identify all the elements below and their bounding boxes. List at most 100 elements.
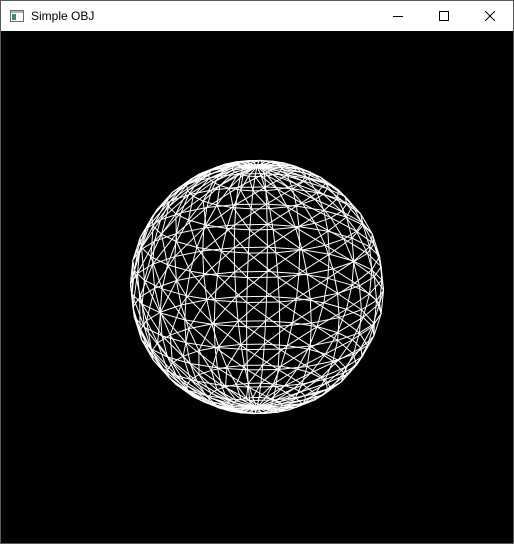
mesh-edge [325, 383, 328, 390]
mesh-edge [248, 175, 254, 192]
mesh-edge [240, 397, 247, 400]
mesh-edge [234, 223, 268, 226]
mesh-edge [225, 367, 228, 387]
mesh-edge [284, 385, 295, 389]
mesh-edge [316, 326, 338, 333]
mesh-edge [297, 368, 311, 374]
mesh-edge [237, 295, 267, 322]
mesh-edge [337, 359, 346, 368]
mesh-edge [141, 280, 145, 305]
mesh-edge [202, 250, 205, 276]
mesh-edge [296, 277, 329, 299]
mesh-edge [292, 298, 298, 323]
mesh-edge [266, 188, 293, 205]
mesh-edge [242, 174, 249, 177]
mesh-edge [237, 173, 242, 188]
mesh-edge [246, 253, 249, 278]
mesh-edge [221, 250, 249, 254]
mesh-edge [277, 369, 303, 385]
mesh-edge [298, 226, 328, 232]
mesh-edge [246, 325, 280, 328]
mesh-edge [306, 274, 311, 299]
mesh-edge [216, 386, 226, 391]
mesh-edge [198, 350, 212, 371]
mesh-edge [307, 268, 334, 275]
mesh-edge [345, 216, 353, 239]
mesh-edge [234, 171, 239, 175]
mesh-edge [351, 269, 373, 286]
mesh-edge [240, 189, 254, 192]
mesh-edge [277, 277, 280, 303]
mesh-edge [246, 277, 248, 303]
mesh-edge [206, 296, 237, 301]
mesh-edge [203, 200, 217, 206]
mesh-edge [247, 364, 264, 384]
mesh-edge [240, 189, 252, 210]
mesh-edge [323, 278, 329, 303]
close-icon [485, 11, 495, 21]
mesh-edge [302, 198, 316, 205]
mesh-edge [247, 277, 280, 303]
mesh-edge [296, 206, 300, 227]
mesh-edge [206, 299, 213, 325]
app-window: Simple OBJ [0, 0, 514, 544]
mesh-edge [266, 295, 297, 299]
mesh-edge [249, 229, 277, 254]
mesh-edge [151, 342, 158, 352]
mesh-edge [219, 185, 230, 189]
mesh-edge [246, 397, 253, 399]
mesh-edge [263, 320, 267, 345]
mesh-edge [362, 316, 373, 327]
mesh-edge [344, 347, 362, 368]
mesh-edge [262, 344, 265, 366]
mesh-edge [267, 174, 274, 177]
mesh-edge [214, 324, 247, 328]
mesh-edge [272, 229, 277, 253]
mesh-edge [246, 301, 280, 304]
app-window-icon [9, 8, 25, 24]
mesh-edge [265, 188, 278, 192]
mesh-edge [248, 252, 279, 278]
mesh-edge [216, 251, 222, 276]
mesh-edge [185, 271, 191, 296]
mesh-edge [296, 273, 300, 299]
mesh-edge [272, 229, 303, 251]
mesh-edge [157, 312, 162, 343]
render-viewport[interactable] [1, 31, 513, 543]
maximize-icon [439, 11, 449, 21]
mesh-edge [240, 320, 266, 345]
mesh-edge [273, 226, 296, 231]
mesh-edge [234, 270, 268, 273]
mesh-edge [218, 346, 228, 368]
mesh-edge [273, 383, 285, 387]
mesh-edge [218, 343, 241, 348]
mesh-edge [266, 204, 268, 225]
mesh-edge [235, 271, 268, 298]
mesh-edge [284, 368, 298, 387]
mesh-edge [226, 228, 249, 254]
minimize-icon [393, 16, 403, 17]
mesh-edge [262, 345, 288, 366]
mesh-edge [286, 326, 318, 347]
close-button[interactable] [467, 1, 513, 31]
window-title: Simple OBJ [31, 9, 95, 23]
sphere-mesh [129, 159, 385, 415]
mesh-edge [182, 350, 200, 357]
mesh-edge [332, 360, 345, 374]
mesh-edge [300, 391, 306, 396]
mesh-edge [269, 206, 288, 210]
mesh-edge [310, 359, 339, 374]
mesh-edge [327, 231, 330, 255]
mesh-edge [337, 347, 362, 361]
mesh-edge [216, 204, 228, 229]
maximize-button[interactable] [421, 1, 467, 31]
mesh-edge [214, 275, 218, 301]
mesh-edge [369, 246, 373, 270]
minimize-button[interactable] [375, 1, 421, 31]
title-bar[interactable]: Simple OBJ [1, 1, 513, 31]
mesh-edge [226, 366, 237, 385]
mesh-edge [265, 320, 293, 324]
mesh-edge [184, 319, 187, 343]
mesh-edge [260, 382, 274, 385]
mesh-edge [132, 307, 141, 331]
